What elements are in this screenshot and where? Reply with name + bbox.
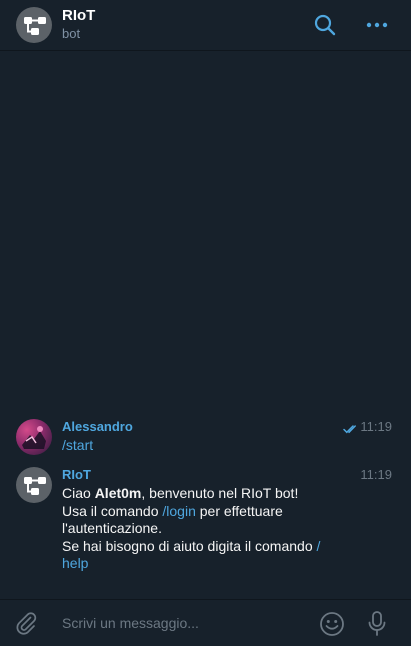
message-time: 11:19: [360, 467, 392, 482]
microphone-icon: [368, 611, 386, 636]
message-composer: [0, 599, 411, 646]
text-segment: Ciao: [62, 485, 95, 501]
text-segment: Usa il comando: [62, 502, 163, 519]
more-horizontal-icon: [366, 22, 388, 28]
message-item[interactable]: RIoT 11:19 Ciao Alet0m, benvenuto nel RI…: [0, 465, 411, 575]
command-link-start[interactable]: /start: [62, 437, 93, 453]
user-avatar-image: [22, 426, 46, 449]
message-line: Ciao Alet0m, benvenuto nel RIoT bot!: [62, 485, 362, 503]
attach-button[interactable]: [14, 611, 38, 635]
search-icon: [314, 14, 336, 36]
text-segment: Se hai bisogno di aiuto digita il comand…: [62, 537, 317, 554]
chat-subtitle: bot: [62, 26, 81, 41]
more-menu-button[interactable]: [365, 17, 389, 33]
paperclip-icon: [16, 612, 37, 635]
message-item[interactable]: Alessandro 11:19 /start: [0, 417, 411, 457]
command-link-login[interactable]: /login: [162, 503, 195, 519]
command-link-help[interactable]: help: [62, 555, 88, 571]
voice-record-button[interactable]: [366, 610, 388, 638]
message-time: 11:19: [360, 419, 392, 434]
message-line: help: [62, 555, 362, 573]
chat-header: RIoT bot: [0, 0, 411, 51]
message-list[interactable]: Alessandro 11:19 /start RIoT 11:19 Ciao: [0, 51, 411, 599]
message-text: /start: [62, 437, 362, 455]
message-input[interactable]: [62, 615, 302, 631]
bot-avatar[interactable]: [16, 467, 52, 503]
text-segment: per effettuare: [195, 502, 283, 519]
search-button[interactable]: [313, 13, 337, 37]
emoji-button[interactable]: [319, 611, 345, 637]
message-sender[interactable]: RIoT: [62, 467, 91, 482]
bot-avatar[interactable]: [16, 7, 52, 43]
message-line: Usa il comando /login per effettuare: [62, 503, 362, 521]
message-sender[interactable]: Alessandro: [62, 419, 133, 434]
bot-logo-icon: [24, 17, 46, 35]
text-segment: , benvenuto nel RIoT bot!: [141, 485, 299, 501]
message-text: Ciao Alet0m, benvenuto nel RIoT bot! Usa…: [62, 485, 362, 573]
message-line: Se hai bisogno di aiuto digita il comand…: [62, 538, 362, 556]
message-line: l'autenticazione.: [62, 520, 162, 536]
user-avatar[interactable]: [16, 419, 52, 455]
bot-logo-icon: [24, 477, 46, 495]
chat-title[interactable]: RIoT: [62, 7, 95, 24]
emoji-icon: [320, 612, 344, 636]
command-link-help[interactable]: /: [317, 538, 321, 554]
user-mention: Alet0m: [94, 485, 142, 501]
